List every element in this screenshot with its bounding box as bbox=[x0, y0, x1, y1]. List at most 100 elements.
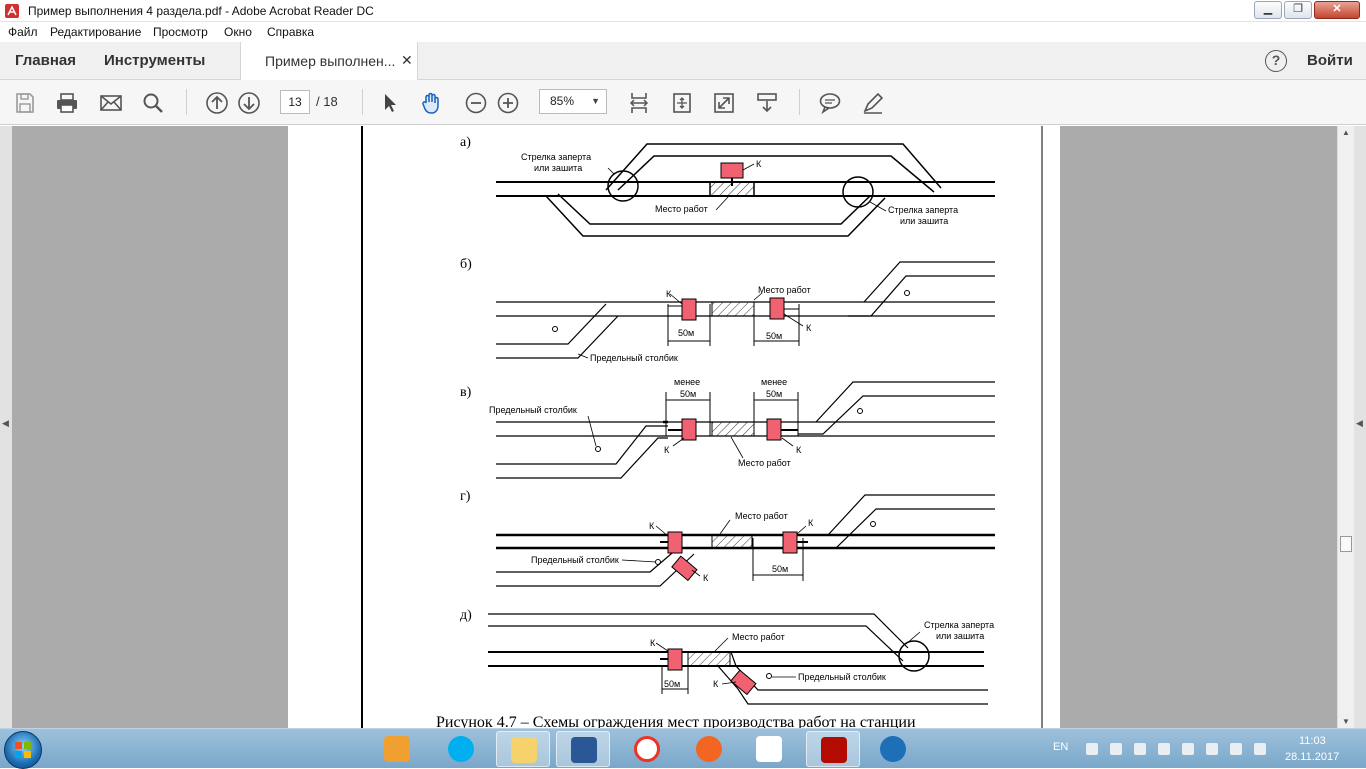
tray-icon[interactable] bbox=[1134, 743, 1146, 755]
maximize-button[interactable]: ❐ bbox=[1284, 1, 1312, 19]
right-panel-toggle[interactable]: ◀ bbox=[1354, 126, 1366, 728]
svg-text:Место работ: Место работ bbox=[738, 458, 791, 468]
help-icon[interactable]: ? bbox=[1265, 50, 1287, 72]
search-icon[interactable] bbox=[141, 91, 165, 115]
clock-date[interactable]: 28.11.2017 bbox=[1285, 751, 1339, 763]
signal-icon[interactable] bbox=[1230, 743, 1242, 755]
tab-document[interactable]: Пример выполнен... ✕ bbox=[240, 42, 418, 80]
menu-window[interactable]: Окно bbox=[224, 25, 252, 39]
minimize-button[interactable]: ▁ bbox=[1254, 1, 1282, 19]
network-icon[interactable] bbox=[1158, 743, 1170, 755]
svg-text:К: К bbox=[806, 323, 812, 333]
folder-icon bbox=[511, 737, 537, 763]
tab-tools[interactable]: Инструменты bbox=[104, 52, 205, 69]
tray-icon[interactable] bbox=[1086, 743, 1098, 755]
svg-text:50м: 50м bbox=[772, 564, 788, 574]
highlight-pen-icon[interactable] bbox=[861, 91, 885, 115]
signal-k bbox=[782, 531, 798, 554]
page-number-input[interactable]: 13 bbox=[280, 90, 310, 114]
left-panel-toggle[interactable]: ◀ bbox=[0, 126, 12, 728]
fit-width-icon[interactable] bbox=[627, 91, 651, 115]
signal-k bbox=[681, 298, 697, 321]
video-app-icon bbox=[384, 736, 410, 762]
svg-text:50м: 50м bbox=[680, 389, 696, 399]
menu-help[interactable]: Справка bbox=[267, 25, 314, 39]
svg-text:б): б) bbox=[460, 257, 472, 272]
media-player-icon bbox=[696, 736, 722, 762]
volume-icon[interactable] bbox=[1254, 743, 1266, 755]
menu-view[interactable]: Просмотр bbox=[153, 25, 208, 39]
menu-file[interactable]: Файл bbox=[8, 25, 38, 39]
vertical-scrollbar[interactable]: ▲ ▼ bbox=[1337, 126, 1354, 728]
previous-page-icon[interactable] bbox=[205, 91, 229, 115]
save-icon[interactable] bbox=[13, 91, 37, 115]
taskbar-yandex-browser[interactable] bbox=[620, 731, 674, 767]
comment-icon[interactable] bbox=[818, 91, 842, 115]
tab-document-label: Пример выполнен... bbox=[265, 53, 396, 69]
signal-k bbox=[681, 418, 697, 441]
svg-text:К: К bbox=[664, 445, 670, 455]
scroll-down-icon[interactable]: ▼ bbox=[1342, 717, 1350, 726]
yandex-icon bbox=[756, 736, 782, 762]
svg-text:или зашита: или зашита bbox=[900, 216, 948, 226]
expand-right-icon: ◀ bbox=[1356, 418, 1363, 428]
svg-text:К: К bbox=[703, 573, 709, 583]
svg-text:г): г) bbox=[460, 489, 471, 504]
print-icon[interactable] bbox=[55, 91, 79, 115]
battery-icon[interactable] bbox=[1206, 743, 1218, 755]
close-tab-icon[interactable]: ✕ bbox=[401, 52, 413, 69]
hand-tool-icon[interactable] bbox=[420, 91, 444, 115]
word-icon bbox=[571, 737, 597, 763]
start-button[interactable] bbox=[4, 731, 42, 769]
taskbar-video-app[interactable] bbox=[370, 731, 424, 767]
taskbar-acrobat[interactable] bbox=[806, 731, 860, 767]
work-zone bbox=[711, 301, 755, 317]
zoom-in-icon[interactable] bbox=[496, 91, 520, 115]
dropbox-icon[interactable] bbox=[1110, 743, 1122, 755]
svg-text:К: К bbox=[796, 445, 802, 455]
menu-edit[interactable]: Редактирование bbox=[50, 25, 141, 39]
tab-home[interactable]: Главная bbox=[15, 52, 76, 69]
svg-text:К: К bbox=[650, 638, 656, 648]
fit-page-icon[interactable] bbox=[670, 91, 694, 115]
taskbar-yandex[interactable] bbox=[742, 731, 796, 767]
figure-diagram: а) К Стрелка заперта или зашита Место ра… bbox=[361, 126, 1043, 728]
acrobat-icon bbox=[821, 737, 847, 763]
svg-text:Предельный столбик: Предельный столбик bbox=[531, 555, 619, 565]
svg-text:д): д) bbox=[460, 608, 472, 623]
email-icon[interactable] bbox=[99, 91, 123, 115]
scroll-up-icon[interactable]: ▲ bbox=[1342, 128, 1350, 137]
zoom-value: 85% bbox=[550, 94, 575, 108]
taskbar-explorer[interactable] bbox=[496, 731, 550, 767]
taskbar-app[interactable] bbox=[866, 731, 920, 767]
zoom-out-icon[interactable] bbox=[464, 91, 488, 115]
clock-time[interactable]: 11:03 bbox=[1299, 735, 1326, 747]
signin-button[interactable]: Войти bbox=[1307, 52, 1353, 69]
svg-text:или зашита: или зашита bbox=[534, 163, 582, 173]
signal-k bbox=[769, 297, 785, 320]
taskbar-skype[interactable] bbox=[434, 731, 488, 767]
taskbar-media-player[interactable] bbox=[682, 731, 736, 767]
svg-text:в): в) bbox=[460, 385, 472, 400]
taskbar: EN 11:03 28.11.2017 bbox=[0, 728, 1366, 769]
scroll-thumb[interactable] bbox=[1340, 536, 1352, 552]
taskbar-word[interactable] bbox=[556, 731, 610, 767]
next-page-icon[interactable] bbox=[237, 91, 261, 115]
flag-icon[interactable] bbox=[1182, 743, 1194, 755]
language-indicator[interactable]: EN bbox=[1053, 741, 1068, 753]
full-screen-icon[interactable] bbox=[712, 91, 736, 115]
expand-left-icon: ◀ bbox=[2, 418, 9, 428]
svg-text:50м: 50м bbox=[766, 331, 782, 341]
signal-k bbox=[766, 418, 782, 441]
zoom-select[interactable]: 85% ▼ bbox=[539, 89, 607, 114]
select-cursor-icon[interactable] bbox=[378, 91, 402, 115]
close-button[interactable]: ✕ bbox=[1314, 1, 1360, 19]
work-zone bbox=[711, 534, 753, 549]
svg-text:К: К bbox=[713, 679, 719, 689]
signal-k bbox=[667, 648, 683, 671]
figure-caption: Рисунок 4.7 – Схемы ограждения мест прои… bbox=[436, 714, 916, 728]
signal-k bbox=[671, 555, 698, 582]
scroll-mode-icon[interactable] bbox=[755, 91, 779, 115]
windows-logo-icon bbox=[15, 742, 31, 758]
title-bar: Пример выполнения 4 раздела.pdf - Adobe … bbox=[0, 0, 1366, 22]
